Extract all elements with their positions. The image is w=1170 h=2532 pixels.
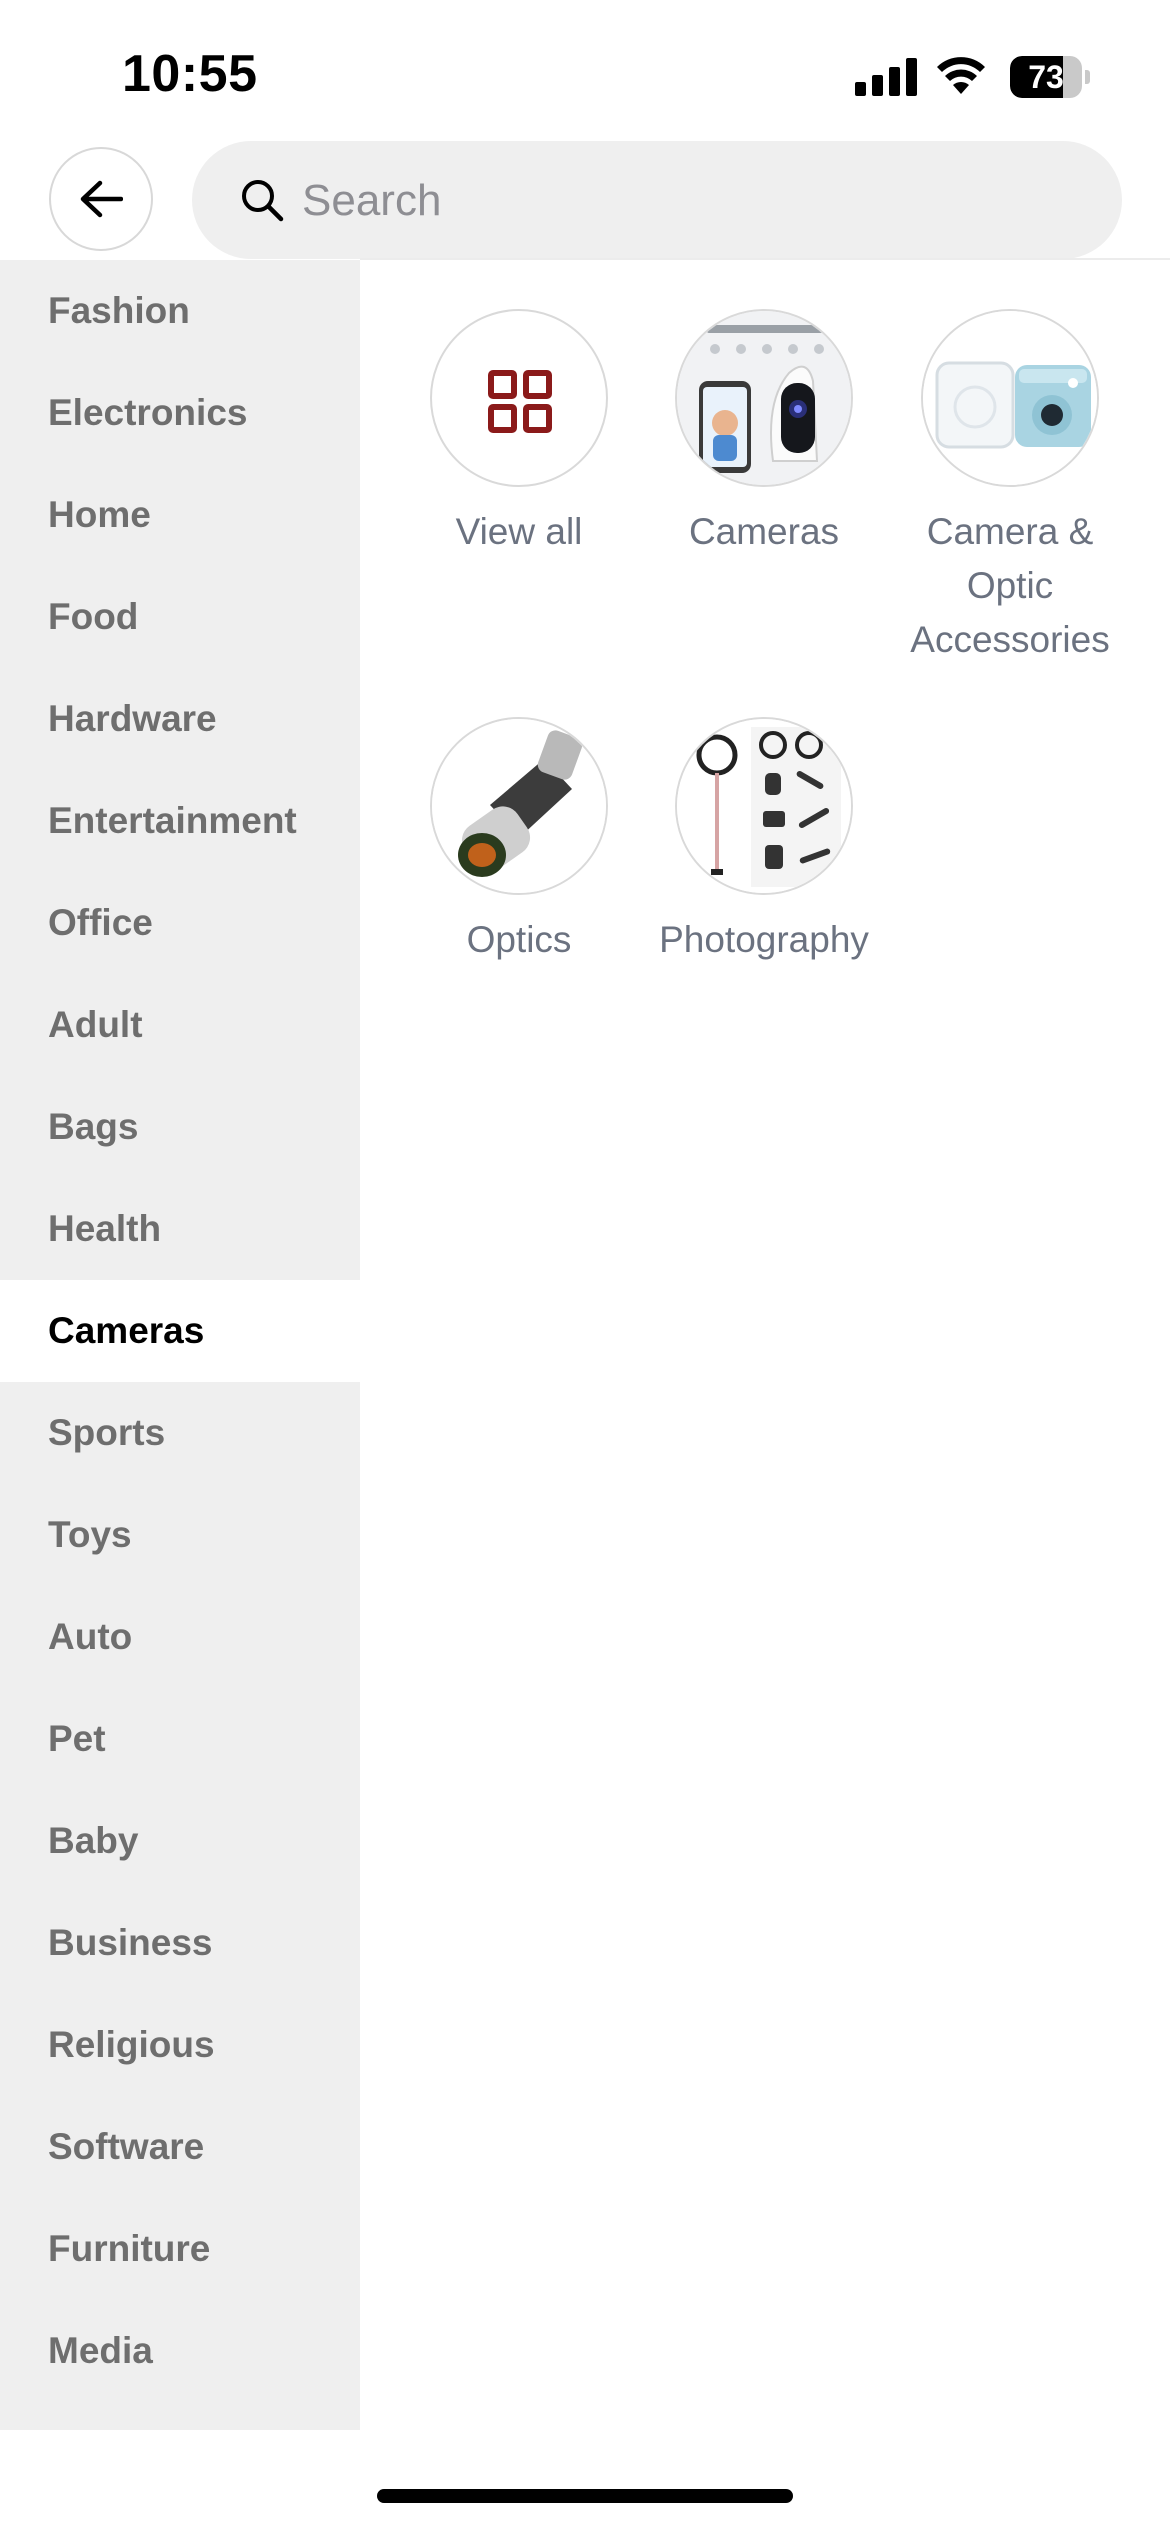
- subcategory-label: Cameras: [688, 511, 840, 552]
- subcategory-label: Camera & Optic Accessories: [910, 511, 1110, 660]
- category-sidebar: Fashion Electronics Home Food Hardware E…: [0, 260, 360, 2430]
- sidebar-item-religious[interactable]: Religious: [0, 1994, 360, 2096]
- sidebar-item-food[interactable]: Food: [0, 566, 360, 668]
- subcategory-camera-optic-accessories[interactable]: Camera & Optic Accessories: [887, 309, 1133, 667]
- battery-icon: 73: [1010, 56, 1090, 98]
- back-button[interactable]: [49, 147, 153, 251]
- sidebar-item-pet[interactable]: Pet: [0, 1688, 360, 1790]
- sidebar-item-furniture[interactable]: Furniture: [0, 2198, 360, 2300]
- view-all-circle: [430, 309, 608, 487]
- sidebar-item-bags[interactable]: Bags: [0, 1076, 360, 1178]
- subcategory-cameras[interactable]: Cameras: [641, 309, 887, 559]
- status-bar: 10:55 73: [0, 0, 1170, 140]
- sidebar-item-sports[interactable]: Sports: [0, 1382, 360, 1484]
- sidebar-item-electronics[interactable]: Electronics: [0, 362, 360, 464]
- sidebar-item-entertainment[interactable]: Entertainment: [0, 770, 360, 872]
- header-divider: [360, 258, 1170, 260]
- instant-camera-case-image: [921, 309, 1099, 487]
- sidebar-item-health[interactable]: Health: [0, 1178, 360, 1280]
- battery-level: 73: [1028, 59, 1064, 95]
- subcategory-label: Optics: [466, 919, 572, 960]
- arrow-left-icon: [80, 180, 123, 218]
- subcategory-label: Photography: [659, 919, 869, 960]
- home-indicator: [377, 2489, 793, 2503]
- sidebar-item-home[interactable]: Home: [0, 464, 360, 566]
- wifi-icon: [937, 57, 985, 94]
- sidebar-item-toys[interactable]: Toys: [0, 1484, 360, 1586]
- sidebar-item-hardware[interactable]: Hardware: [0, 668, 360, 770]
- search-bar[interactable]: [192, 141, 1122, 261]
- sidebar-item-media[interactable]: Media: [0, 2300, 360, 2402]
- status-time: 10:55: [122, 45, 258, 103]
- sidebar-item-business[interactable]: Business: [0, 1892, 360, 1994]
- sidebar-item-baby[interactable]: Baby: [0, 1790, 360, 1892]
- monocular-image: [430, 717, 608, 895]
- subcategory-optics[interactable]: Optics: [396, 717, 642, 967]
- sidebar-item-software[interactable]: Software: [0, 2096, 360, 2198]
- security-camera-image: [675, 309, 853, 487]
- photography-kit-image: [675, 717, 853, 895]
- subcategory-photography[interactable]: Photography: [641, 717, 887, 967]
- sidebar-item-auto[interactable]: Auto: [0, 1586, 360, 1688]
- subcategory-view-all[interactable]: View all: [396, 309, 642, 559]
- subcategory-label: View all: [455, 511, 583, 552]
- sidebar-item-cameras[interactable]: Cameras: [0, 1280, 360, 1382]
- cellular-signal-icon: [855, 58, 917, 96]
- grid-icon: [488, 370, 552, 433]
- sidebar-item-adult[interactable]: Adult: [0, 974, 360, 1076]
- search-icon: [242, 180, 284, 222]
- sidebar-item-fashion[interactable]: Fashion: [0, 260, 360, 362]
- search-input[interactable]: [300, 141, 1084, 261]
- sidebar-item-office[interactable]: Office: [0, 872, 360, 974]
